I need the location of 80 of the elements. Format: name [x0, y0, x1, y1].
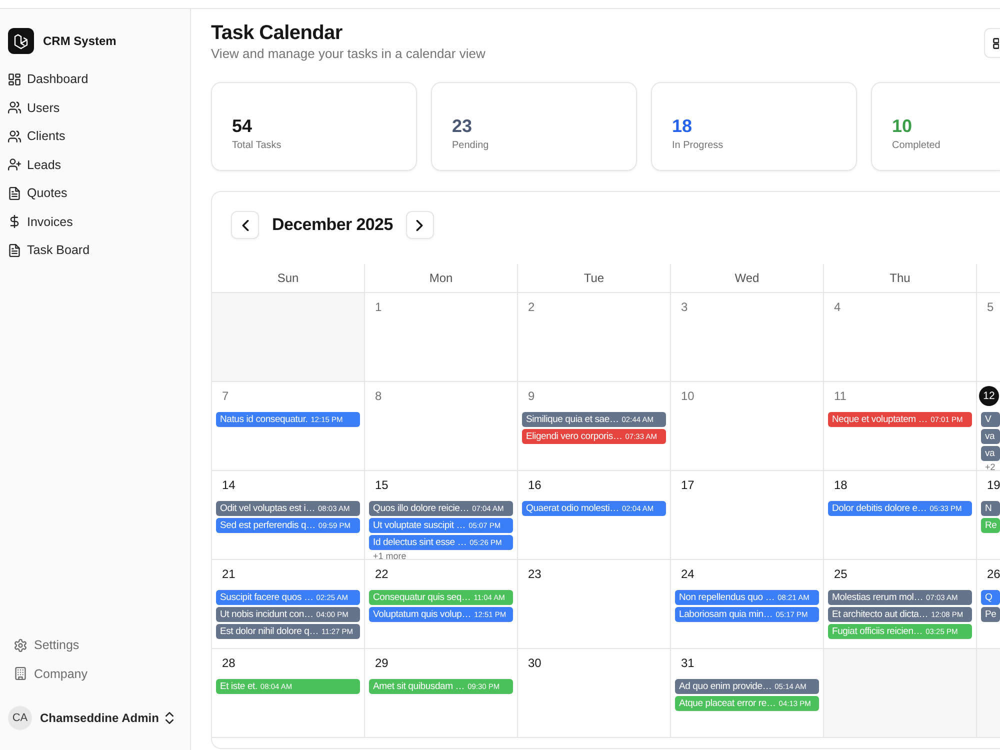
nav-link[interactable]: Leads [8, 150, 62, 179]
day-number: 16 [528, 478, 542, 492]
task-chip[interactable]: N [981, 500, 1000, 516]
weekday-label: Mon [429, 271, 453, 285]
avatar: CA [8, 706, 32, 730]
day-number: 22 [375, 567, 388, 581]
stat-value: 23 [452, 115, 472, 137]
document-icon [8, 186, 21, 200]
nav-link[interactable]: Settings [14, 631, 80, 660]
day-number: 4 [834, 300, 841, 314]
user-plus-icon [8, 158, 21, 172]
weekday-label: Tue [584, 271, 604, 285]
nav-link[interactable]: Task Board [8, 236, 90, 264]
nav-link[interactable]: Company [14, 660, 88, 688]
weekday-label: Sun [277, 271, 299, 285]
more-link[interactable]: +1 more [373, 552, 406, 560]
day-number: 21 [222, 567, 236, 581]
users-icon [8, 130, 21, 143]
day-number: 12 [979, 386, 999, 406]
day-number: 9 [528, 389, 535, 403]
task-chip[interactable]: Q [981, 590, 1000, 604]
logo-icon [8, 28, 34, 54]
stat-label: In Progress [672, 139, 724, 152]
nav-link[interactable]: Clients [8, 122, 66, 150]
grid-icon [993, 38, 999, 48]
day-number: 17 [681, 478, 694, 492]
stat-label: Total Tasks [232, 139, 282, 152]
nav-link[interactable]: Invoices [8, 208, 73, 236]
day-number: 2 [528, 300, 535, 314]
previous-month-button[interactable] [231, 211, 259, 239]
day-number: 31 [681, 656, 694, 670]
day-number: 3 [681, 300, 688, 314]
day-number: 29 [375, 656, 388, 670]
building-icon [14, 667, 27, 680]
nav-link[interactable]: Dashboard [8, 65, 88, 94]
day-number: 7 [222, 389, 229, 403]
day-number: 26 [987, 567, 1000, 581]
day-number: 10 [681, 389, 694, 403]
chevron-right-icon [416, 220, 424, 230]
view-toggle-button[interactable] [984, 28, 1000, 58]
settings-icon [14, 638, 27, 652]
task-chip[interactable]: Pe [981, 606, 1000, 622]
day-number: 30 [528, 656, 542, 670]
stat-value: 54 [232, 115, 252, 137]
page-subtitle: View and manage your tasks in a calendar view [211, 45, 486, 63]
nav-link[interactable]: Users [8, 94, 60, 122]
brand-name: CRM System [43, 34, 116, 48]
day-number: 15 [375, 478, 388, 492]
day-number: 24 [681, 567, 694, 581]
stat-label: Completed [892, 139, 940, 152]
next-month-button[interactable] [406, 211, 434, 239]
nav-link[interactable]: Quotes [8, 179, 68, 208]
user-menu-button[interactable]: CA Chamseddine Admin [8, 706, 174, 730]
day-number: 8 [375, 389, 382, 403]
day-number: 28 [222, 656, 236, 670]
day-number: 19 [987, 478, 1000, 492]
day-number: 18 [834, 478, 848, 492]
chevron-updown-icon [164, 712, 174, 724]
day-number: 14 [222, 478, 236, 492]
task-chip[interactable]: va [981, 446, 1000, 460]
grid-icon [8, 72, 21, 86]
dollar-icon [8, 215, 21, 228]
stat-value: 10 [892, 115, 912, 137]
task-chip[interactable]: V [981, 412, 1000, 426]
day-number: 5 [987, 300, 994, 314]
day-number: 25 [834, 567, 848, 581]
day-number: 11 [834, 389, 846, 403]
more-link[interactable]: +2 [985, 462, 996, 472]
weekday-label: Thu [890, 271, 910, 285]
users-icon [8, 101, 21, 114]
stat-value: 18 [672, 115, 692, 137]
page-title: Task Calendar [211, 22, 344, 44]
day-number: 1 [375, 300, 382, 314]
task-chip[interactable]: va [981, 428, 1000, 444]
chevron-left-icon [242, 220, 248, 230]
stat-label: Pending [452, 139, 489, 152]
day-number: 23 [528, 567, 542, 581]
document-icon [8, 244, 21, 257]
month-title: December 2025 [272, 215, 393, 235]
weekday-label: Wed [734, 271, 760, 285]
